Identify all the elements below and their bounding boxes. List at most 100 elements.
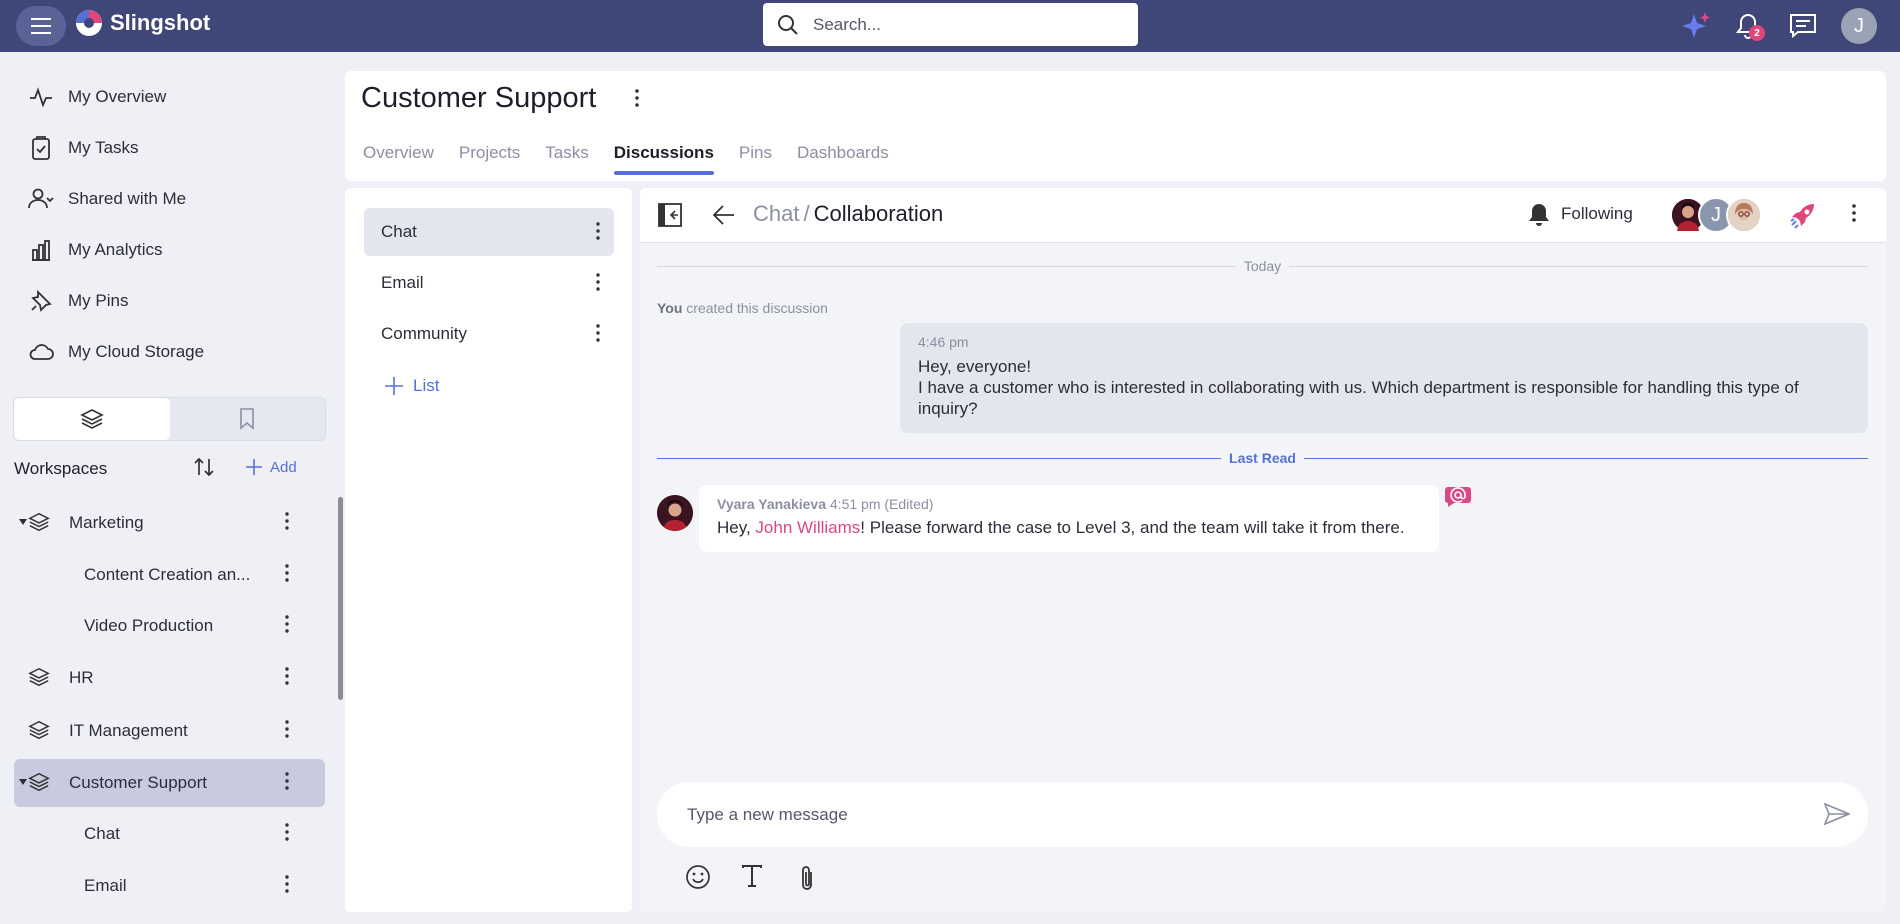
author-avatar[interactable] — [657, 495, 693, 531]
bell-filled-icon — [1529, 204, 1549, 226]
message-body: Hey, John Williams! Please forward the c… — [717, 518, 1421, 538]
rocket-icon[interactable] — [1788, 201, 1818, 231]
add-workspace-button[interactable]: Add — [244, 457, 297, 477]
tab-projects[interactable]: Projects — [459, 143, 520, 175]
workspace-tabs: Overview Projects Tasks Discussions Pins… — [363, 143, 914, 175]
bookmarks-view-tab[interactable] — [170, 398, 326, 440]
user-avatar[interactable]: J — [1841, 8, 1877, 44]
breadcrumb: Chat / Collaboration — [753, 201, 943, 227]
tab-pins[interactable]: Pins — [739, 143, 772, 175]
tab-discussions[interactable]: Discussions — [613, 143, 715, 175]
more-options-icon[interactable] — [285, 564, 289, 582]
reply-message-bubble[interactable]: Vyara Yanakieva 4:51 pm (Edited) Hey, Jo… — [699, 485, 1439, 552]
more-options-icon[interactable] — [285, 823, 289, 841]
list-item-community[interactable]: Community — [364, 310, 614, 358]
mention-at-icon — [1444, 485, 1472, 507]
workspace-marketing[interactable]: Marketing — [14, 499, 325, 547]
date-divider-label: Today — [1243, 258, 1282, 274]
tab-overview[interactable]: Overview — [363, 143, 434, 175]
hamburger-menu-button[interactable] — [16, 6, 66, 46]
tree-item-label: Email — [84, 876, 127, 895]
message-composer — [657, 782, 1868, 847]
nav-shared-with-me[interactable]: Shared with Me — [28, 181, 186, 217]
discussion-email[interactable]: Email — [14, 862, 325, 910]
workspace-it-management[interactable]: IT Management — [14, 707, 325, 755]
slingshot-logo-icon — [76, 10, 102, 36]
send-icon[interactable] — [1824, 802, 1850, 826]
message-author[interactable]: Vyara Yanakieva — [717, 496, 826, 512]
workspace-hr[interactable]: HR — [14, 654, 325, 702]
layers-icon — [28, 511, 50, 533]
workspaces-view-tab[interactable] — [14, 398, 170, 440]
more-options-icon[interactable] — [596, 324, 600, 342]
sparkle-icon — [1682, 12, 1710, 38]
app-logo[interactable]: Slingshot — [74, 8, 210, 38]
nav-my-overview[interactable]: My Overview — [28, 79, 166, 115]
message-text: Hey, — [717, 518, 756, 537]
hamburger-icon — [31, 18, 51, 34]
bookmark-icon — [240, 408, 255, 430]
search-input[interactable] — [813, 14, 1113, 35]
layers-icon — [28, 719, 50, 741]
more-options-icon[interactable] — [285, 875, 289, 893]
back-arrow-icon[interactable] — [712, 203, 736, 227]
nav-my-analytics[interactable]: My Analytics — [28, 232, 162, 268]
more-options-icon[interactable] — [285, 772, 289, 790]
add-list-button[interactable]: List — [383, 375, 439, 397]
nav-my-cloud-storage[interactable]: My Cloud Storage — [28, 334, 204, 370]
participants-avatars[interactable]: J — [1670, 197, 1762, 233]
message-input[interactable] — [687, 804, 1787, 825]
user-mention[interactable]: John Williams — [755, 518, 860, 537]
nav-my-tasks[interactable]: My Tasks — [28, 130, 139, 166]
collapse-panel-icon[interactable] — [658, 203, 682, 227]
date-divider: Today — [657, 256, 1869, 276]
tab-dashboards[interactable]: Dashboards — [797, 143, 889, 175]
project-video-production[interactable]: Video Production — [14, 602, 325, 650]
ai-sparkle-button[interactable] — [1679, 9, 1713, 43]
search-icon — [778, 14, 798, 35]
cloud-icon — [28, 339, 54, 365]
breadcrumb-parent[interactable]: Chat — [753, 201, 799, 226]
discussion-chat[interactable]: Chat — [14, 810, 325, 858]
following-toggle[interactable]: Following — [1527, 202, 1633, 226]
workspace-customer-support[interactable]: Customer Support — [14, 759, 325, 807]
messages-button[interactable] — [1786, 9, 1820, 43]
sidebar-scrollbar[interactable] — [338, 497, 343, 700]
message-text: ! Please forward the case to Level 3, an… — [860, 518, 1405, 537]
last-read-divider: Last Read — [657, 448, 1869, 468]
discussion-options-icon[interactable] — [1852, 204, 1856, 222]
plus-icon — [246, 459, 262, 475]
more-options-icon[interactable] — [285, 720, 289, 738]
tree-item-label: Customer Support — [69, 773, 207, 792]
workspaces-title: Workspaces — [14, 459, 108, 478]
tab-tasks[interactable]: Tasks — [545, 143, 588, 175]
more-options-icon[interactable] — [285, 512, 289, 530]
analytics-bars-icon — [28, 237, 54, 263]
emoji-icon[interactable] — [685, 864, 711, 890]
global-search[interactable] — [763, 3, 1138, 46]
notifications-button[interactable]: 2 — [1731, 9, 1765, 43]
left-sidebar: My Overview My Tasks Shared with Me My A… — [0, 52, 338, 924]
nav-my-pins[interactable]: My Pins — [28, 283, 128, 319]
paperclip-icon[interactable] — [797, 864, 817, 892]
list-item-chat[interactable]: Chat — [364, 208, 614, 256]
workspace-options-icon[interactable] — [635, 89, 639, 107]
chat-bubble-icon — [1790, 14, 1816, 39]
project-content-creation[interactable]: Content Creation an... — [14, 551, 325, 599]
own-message-bubble[interactable]: 4:46 pm Hey, everyone! I have a customer… — [900, 323, 1868, 433]
edited-label: (Edited) — [884, 496, 934, 512]
more-options-icon[interactable] — [596, 222, 600, 240]
more-options-icon[interactable] — [596, 273, 600, 291]
list-item-email[interactable]: Email — [364, 259, 614, 307]
expand-caret-icon[interactable] — [19, 519, 27, 525]
tree-item-label: IT Management — [69, 721, 188, 740]
nav-label: My Tasks — [68, 138, 139, 157]
more-options-icon[interactable] — [285, 615, 289, 633]
sort-button[interactable] — [192, 455, 216, 479]
text-format-icon[interactable] — [742, 864, 762, 888]
more-options-icon[interactable] — [285, 667, 289, 685]
breadcrumb-current: Collaboration — [813, 201, 944, 226]
plus-icon — [385, 377, 403, 395]
expand-caret-icon[interactable] — [19, 779, 27, 785]
layers-icon — [28, 666, 50, 688]
